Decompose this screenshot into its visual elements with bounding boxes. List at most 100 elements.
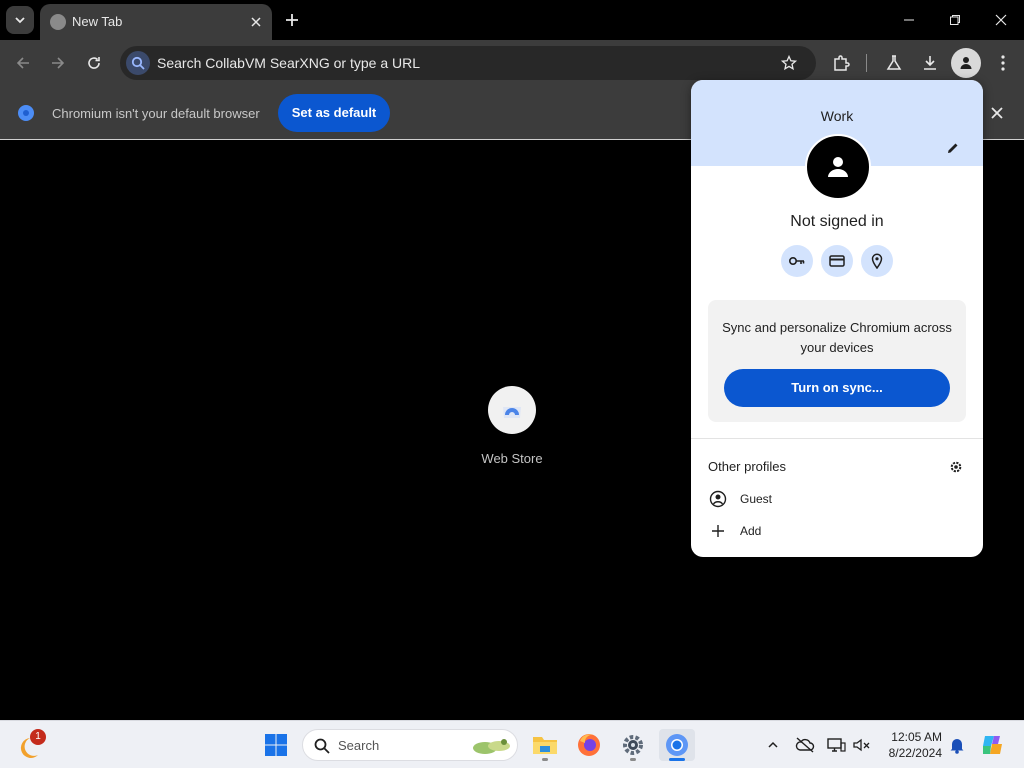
- profile-name: Work: [820, 108, 854, 124]
- manage-profiles-button[interactable]: [947, 458, 965, 476]
- gear-icon: [950, 461, 962, 473]
- taskbar: 1 Search 12:05 AM 8/22/2024: [0, 720, 1024, 768]
- reload-icon: [88, 57, 100, 69]
- downloads-button[interactable]: [915, 48, 945, 78]
- chromium-icon: [666, 734, 688, 756]
- taskbar-chromium[interactable]: [659, 729, 695, 761]
- set-as-default-button[interactable]: Set as default: [278, 94, 390, 132]
- back-button[interactable]: [8, 48, 38, 78]
- speaker-muted-icon: [853, 738, 870, 752]
- arrow-left-icon: [16, 57, 29, 69]
- tab-favicon-icon: [50, 14, 66, 30]
- turn-on-sync-button[interactable]: Turn on sync...: [724, 369, 950, 407]
- web-store-label: Web Store: [481, 451, 543, 466]
- minimize-icon: [904, 19, 914, 21]
- more-vert-icon: [1001, 55, 1005, 71]
- new-tab-button[interactable]: [280, 8, 304, 32]
- infobar-message: Chromium isn't your default browser: [52, 106, 260, 121]
- tab-search-button[interactable]: [6, 6, 34, 34]
- network-tray[interactable]: [825, 734, 847, 756]
- person-icon: [960, 57, 972, 69]
- reload-button[interactable]: [79, 48, 109, 78]
- passwords-key-icon: [788, 256, 805, 266]
- tab-title: New Tab: [72, 14, 123, 29]
- notification-badge: 1: [30, 729, 46, 745]
- close-icon: [991, 107, 1003, 119]
- start-button[interactable]: [258, 729, 294, 761]
- taskbar-search-label: Search: [338, 738, 380, 753]
- profile-row-label: Add: [740, 524, 762, 538]
- labs-button[interactable]: [879, 48, 909, 78]
- start-icon: [265, 734, 287, 756]
- profile-row-add[interactable]: Add: [708, 519, 968, 545]
- omnibox[interactable]: Search CollabVM SearXNG or type a URL: [120, 46, 816, 80]
- close-window-button[interactable]: [978, 4, 1024, 36]
- omnibox-placeholder: Search CollabVM SearXNG or type a URL: [157, 55, 420, 71]
- guest-icon: [708, 489, 728, 509]
- active-indicator: [669, 758, 685, 761]
- volume-tray[interactable]: [851, 734, 873, 756]
- tab-new-tab[interactable]: New Tab: [40, 4, 272, 40]
- puzzle-icon: [834, 55, 850, 71]
- taskbar-search-box[interactable]: Search: [302, 729, 518, 761]
- pencil-icon: [948, 143, 958, 153]
- sign-in-status: Not signed in: [790, 213, 884, 230]
- plus-icon: [708, 521, 728, 541]
- forward-button[interactable]: [43, 48, 73, 78]
- addresses-pin-icon: [871, 253, 883, 269]
- show-hidden-icons-button[interactable]: [762, 734, 784, 756]
- flask-icon: [886, 55, 902, 70]
- chevron-down-icon: [15, 17, 25, 24]
- web-store-shortcut[interactable]: [488, 386, 536, 434]
- download-icon: [924, 56, 936, 70]
- chromium-logo-icon: [18, 105, 34, 121]
- search-icon: [126, 51, 150, 75]
- bookmark-star-button[interactable]: [776, 50, 802, 76]
- bell-icon: [950, 739, 964, 754]
- taskbar-file-explorer[interactable]: [527, 729, 563, 761]
- taskbar-firefox[interactable]: [571, 729, 607, 761]
- profile-button[interactable]: [951, 48, 981, 78]
- clock-date[interactable]: 8/22/2024: [880, 746, 942, 760]
- sync-promo-card: Sync and personalize Chromium across you…: [708, 300, 966, 422]
- running-indicator: [542, 758, 548, 761]
- title-bar: New Tab: [0, 0, 1024, 40]
- file-explorer-icon: [533, 737, 557, 754]
- restore-button[interactable]: [932, 4, 978, 36]
- copilot-button[interactable]: [980, 732, 1006, 758]
- plus-icon: [286, 14, 298, 26]
- copilot-icon: [983, 736, 1002, 754]
- firefox-icon: [578, 734, 600, 756]
- taskbar-settings[interactable]: [615, 729, 651, 761]
- notifications-button[interactable]: [946, 734, 968, 756]
- infobar-close-button[interactable]: [988, 104, 1006, 122]
- cloud-off-icon: [795, 737, 815, 753]
- avatar: [805, 134, 871, 200]
- settings-icon: [623, 735, 643, 755]
- tab-close-button[interactable]: [246, 12, 266, 32]
- restore-icon: [950, 15, 960, 25]
- menu-button[interactable]: [988, 48, 1018, 78]
- extensions-button[interactable]: [826, 48, 856, 78]
- close-icon: [995, 14, 1007, 26]
- edit-profile-button[interactable]: [943, 138, 963, 158]
- payment-card-icon: [829, 255, 845, 267]
- web-store-icon: [503, 407, 521, 418]
- chevron-up-icon: [768, 741, 778, 748]
- clock-time[interactable]: 12:05 AM: [880, 730, 942, 744]
- passwords-button[interactable]: [781, 245, 813, 277]
- profile-row-guest[interactable]: Guest: [708, 487, 968, 513]
- running-indicator: [630, 758, 636, 761]
- profile-menu-popup: Work Not signed in Sync and personalize …: [691, 80, 983, 557]
- sync-promo-text: Sync and personalize Chromium across you…: [722, 320, 952, 355]
- star-icon: [781, 55, 797, 71]
- addresses-button[interactable]: [861, 245, 893, 277]
- person-icon: [828, 157, 848, 177]
- onedrive-tray[interactable]: [794, 734, 816, 756]
- payment-methods-button[interactable]: [821, 245, 853, 277]
- divider: [691, 438, 983, 439]
- search-icon: [314, 738, 330, 754]
- minimize-button[interactable]: [886, 4, 932, 36]
- monitor-network-icon: [827, 738, 846, 752]
- profile-row-label: Guest: [740, 492, 773, 506]
